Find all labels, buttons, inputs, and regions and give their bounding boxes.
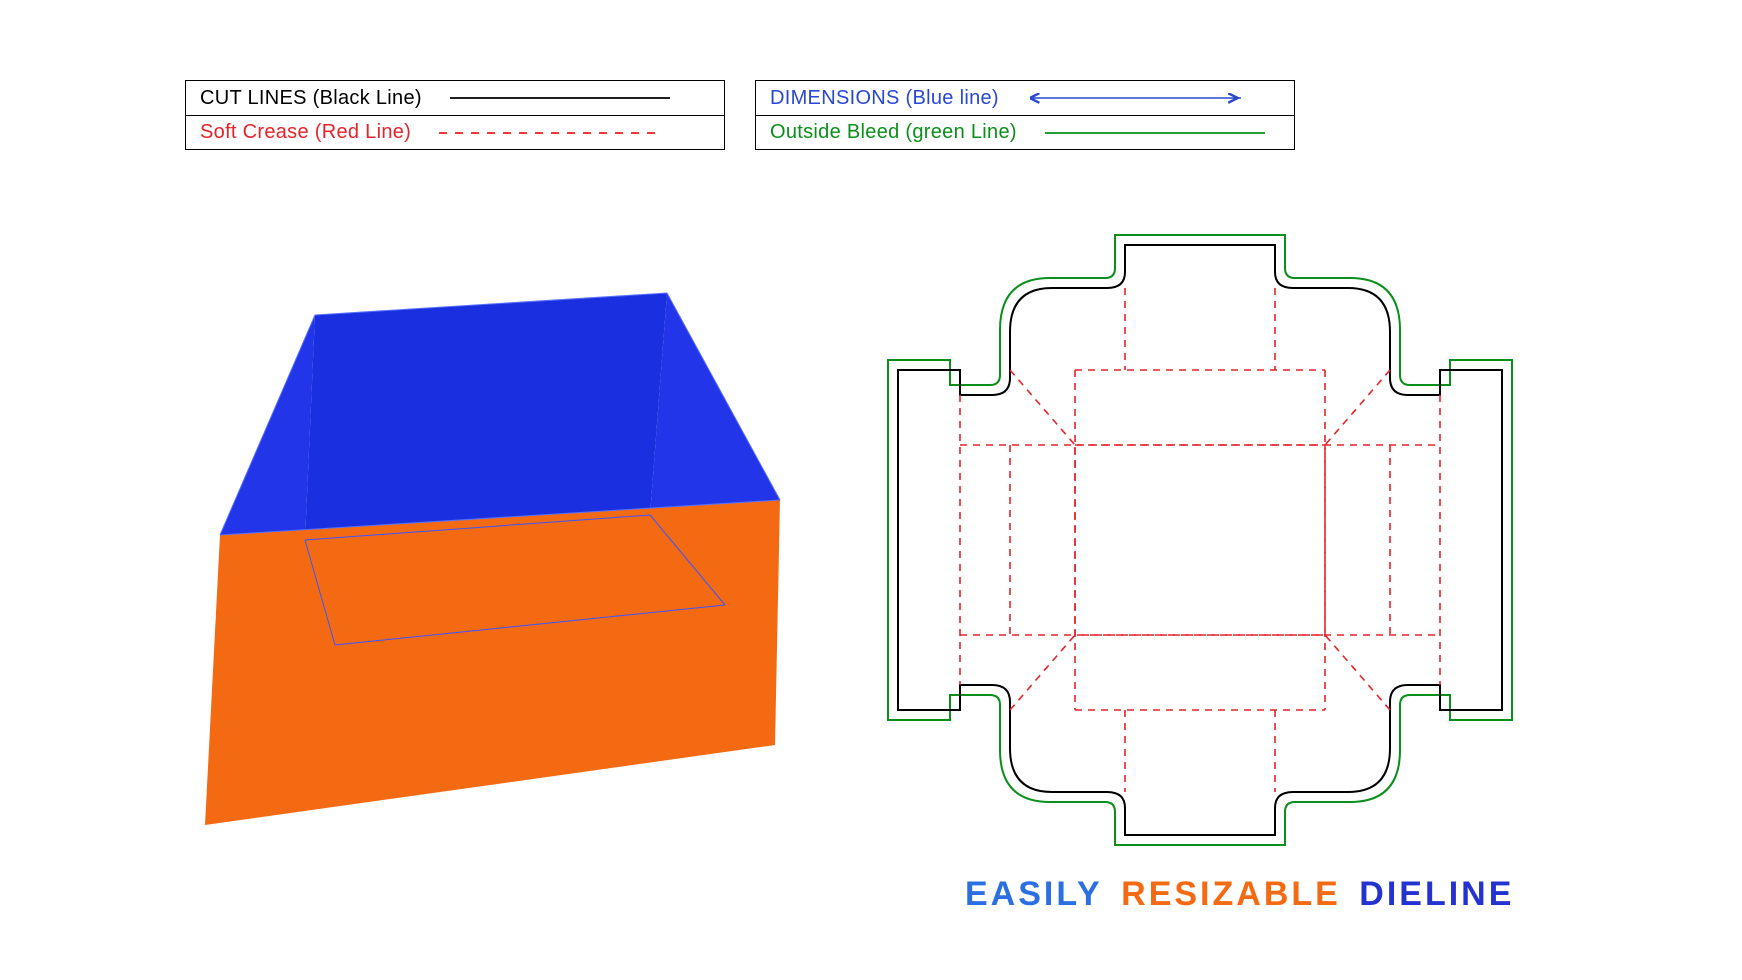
legend: CUT LINES (Black Line) Soft Crease (Red … (185, 80, 1295, 150)
legend-label-cut: CUT LINES (Black Line) (200, 87, 422, 110)
crease-lines (960, 288, 1440, 792)
dimension-arrow-icon (1027, 81, 1280, 115)
tagline-w1: EASILY (965, 875, 1103, 913)
legend-col-right: DIMENSIONS (Blue line) Outside Bleed (gr… (755, 80, 1295, 150)
legend-label-dim: DIMENSIONS (Blue line) (770, 87, 999, 110)
legend-label-bleed: Outside Bleed (green Line) (770, 121, 1017, 144)
legend-col-left: CUT LINES (Black Line) Soft Crease (Red … (185, 80, 725, 150)
legend-row-dim: DIMENSIONS (Blue line) (756, 81, 1294, 115)
box-3d-render (185, 285, 805, 840)
dieline-flat (880, 230, 1520, 855)
legend-row-cut: CUT LINES (Black Line) (186, 81, 724, 115)
bleed-outline (888, 235, 1512, 845)
tagline: EASILY RESIZABLE DIELINE (965, 875, 1520, 914)
bleed-line-icon (1045, 116, 1280, 149)
crease-line-icon (439, 116, 710, 149)
legend-row-bleed: Outside Bleed (green Line) (756, 115, 1294, 149)
legend-label-crease: Soft Crease (Red Line) (200, 121, 411, 144)
tagline-w3: DIELINE (1359, 875, 1514, 913)
tagline-w2: RESIZABLE (1121, 875, 1341, 913)
legend-row-crease: Soft Crease (Red Line) (186, 115, 724, 149)
cut-line-icon (450, 81, 710, 115)
cut-outline (898, 245, 1502, 835)
